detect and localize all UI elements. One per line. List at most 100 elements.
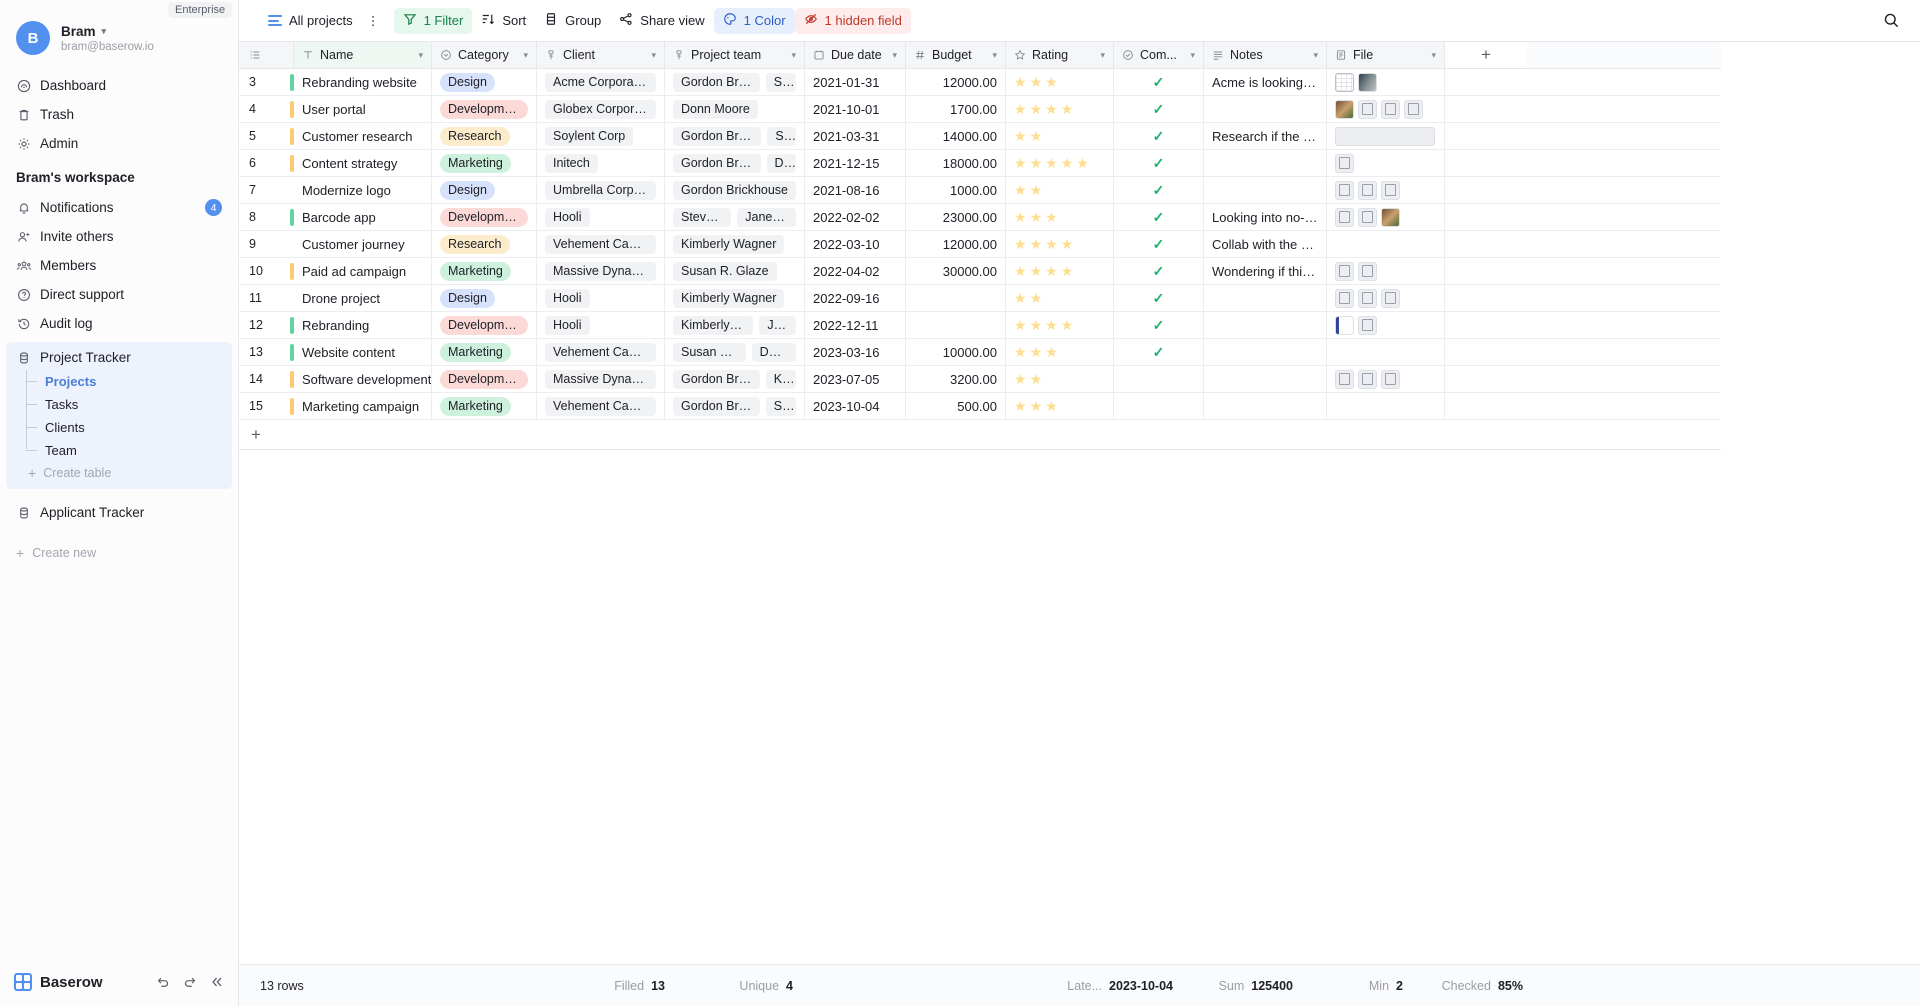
chevron-down-icon[interactable]: ▾ xyxy=(1100,50,1105,61)
cell-completed[interactable] xyxy=(1114,366,1204,392)
cell-file[interactable] xyxy=(1327,393,1445,419)
row-number[interactable]: 3 xyxy=(239,69,294,95)
cell-completed[interactable]: ✓ xyxy=(1114,204,1204,230)
cell-rating[interactable]: ★ ★ xyxy=(1006,285,1114,311)
file-thumbnail[interactable] xyxy=(1358,99,1377,119)
row-number[interactable]: 15 xyxy=(239,393,294,419)
row-number[interactable]: 7 xyxy=(239,177,294,203)
cell-rating[interactable]: ★ ★ xyxy=(1006,366,1114,392)
sort-button[interactable]: Sort xyxy=(472,8,535,34)
column-header-name[interactable]: Name ▾ xyxy=(294,42,432,68)
cell-name[interactable]: Drone project xyxy=(294,285,432,311)
cell-budget[interactable]: 1000.00 xyxy=(906,177,1006,203)
rating-stars[interactable]: ★ ★ ★ xyxy=(1014,345,1058,359)
cell-budget[interactable]: 14000.00 xyxy=(906,123,1006,149)
cell-completed[interactable]: ✓ xyxy=(1114,150,1204,176)
file-thumbnail[interactable] xyxy=(1335,369,1354,389)
add-field-button[interactable]: + xyxy=(1445,42,1527,68)
table-row[interactable]: 14 Software development Development Massive… xyxy=(239,366,1721,393)
rating-stars[interactable]: ★ ★ xyxy=(1014,372,1042,386)
cell-client[interactable]: Soylent Corp xyxy=(537,123,665,149)
chevron-down-icon[interactable]: ▾ xyxy=(523,50,528,61)
file-thumbnail[interactable] xyxy=(1335,126,1435,146)
cell-budget[interactable]: 30000.00 xyxy=(906,258,1006,284)
cell-name[interactable]: Rebranding xyxy=(294,312,432,338)
cell-notes[interactable]: Wondering if this is ... xyxy=(1204,258,1327,284)
rating-stars[interactable]: ★ ★ ★ ★ ★ xyxy=(1014,156,1089,170)
table-row[interactable]: 8Barcode app Development Hooli Steve GrayJa… xyxy=(239,204,1721,231)
column-header-rating[interactable]: Rating ▾ xyxy=(1006,42,1114,68)
cell-client[interactable]: Massive Dynamic xyxy=(537,366,665,392)
cell-completed[interactable]: ✓ xyxy=(1114,231,1204,257)
cell-budget[interactable] xyxy=(906,285,1006,311)
grid-viewport[interactable]: Name ▾ Category ▾ Client ▾ Project team … xyxy=(239,42,1920,964)
cell-project-team[interactable]: Gordon BrickhouseDor xyxy=(665,150,805,176)
cell-file[interactable] xyxy=(1327,339,1445,365)
cell-category[interactable]: Research xyxy=(432,123,537,149)
chevron-down-icon[interactable]: ▾ xyxy=(102,26,107,37)
cell-file[interactable] xyxy=(1327,231,1445,257)
file-thumbnail[interactable] xyxy=(1381,369,1400,389)
rating-stars[interactable]: ★ ★ ★ ★ xyxy=(1014,102,1073,116)
cell-name[interactable]: Rebranding website xyxy=(294,69,432,95)
sidebar-table-tasks[interactable]: Tasks xyxy=(26,393,232,416)
column-header-client[interactable]: Client ▾ xyxy=(537,42,665,68)
file-thumbnail[interactable] xyxy=(1381,207,1400,227)
cell-category[interactable]: Marketing xyxy=(432,258,537,284)
redo-icon[interactable] xyxy=(183,975,197,989)
cell-project-team[interactable]: Gordon Brickhouse xyxy=(665,177,805,203)
table-row[interactable]: 13 Website content Marketing Vehement Capit… xyxy=(239,339,1721,366)
cell-category[interactable]: Marketing xyxy=(432,393,537,419)
chevron-down-icon[interactable]: ▾ xyxy=(1313,50,1318,61)
file-thumbnail[interactable] xyxy=(1358,315,1377,335)
cell-due-date[interactable]: 2023-07-05 xyxy=(805,366,906,392)
search-icon[interactable] xyxy=(1883,12,1908,29)
cell-completed[interactable]: ✓ xyxy=(1114,69,1204,95)
cell-client[interactable]: Hooli xyxy=(537,312,665,338)
color-button[interactable]: 1 Color xyxy=(713,7,795,34)
file-thumbnail[interactable] xyxy=(1381,99,1400,119)
cell-name[interactable]: User portal xyxy=(294,96,432,122)
cell-name[interactable]: Website content xyxy=(294,339,432,365)
table-row[interactable]: 12Rebranding Development Hooli Kimberly Wag… xyxy=(239,312,1721,339)
cell-notes[interactable] xyxy=(1204,150,1327,176)
file-thumbnail[interactable] xyxy=(1381,180,1400,200)
cell-completed[interactable]: ✓ xyxy=(1114,258,1204,284)
cell-rating[interactable]: ★ ★ ★ xyxy=(1006,204,1114,230)
cell-completed[interactable]: ✓ xyxy=(1114,285,1204,311)
row-number[interactable]: 12 xyxy=(239,312,294,338)
rating-stars[interactable]: ★ ★ xyxy=(1014,129,1042,143)
rating-stars[interactable]: ★ ★ ★ ★ xyxy=(1014,264,1073,278)
sidebar-item-trash[interactable]: Trash xyxy=(0,100,238,129)
cell-rating[interactable]: ★ ★ ★ ★ xyxy=(1006,231,1114,257)
cell-project-team[interactable]: Susan R. Glaze xyxy=(665,258,805,284)
cell-completed[interactable]: ✓ xyxy=(1114,96,1204,122)
table-row[interactable]: 15 Marketing campaign Marketing Vehement Ca… xyxy=(239,393,1721,420)
filter-button[interactable]: 1 Filter xyxy=(393,7,473,34)
column-header-budget[interactable]: Budget ▾ xyxy=(906,42,1006,68)
cell-due-date[interactable]: 2023-03-16 xyxy=(805,339,906,365)
cell-due-date[interactable]: 2022-02-02 xyxy=(805,204,906,230)
cell-project-team[interactable]: Gordon BrickhouseSte xyxy=(665,123,805,149)
rating-stars[interactable]: ★ ★ ★ xyxy=(1014,75,1058,89)
row-number[interactable]: 4 xyxy=(239,96,294,122)
cell-notes[interactable] xyxy=(1204,96,1327,122)
column-header-project-team[interactable]: Project team ▾ xyxy=(665,42,805,68)
column-header-notes[interactable]: Notes ▾ xyxy=(1204,42,1327,68)
cell-notes[interactable] xyxy=(1204,312,1327,338)
add-row-button[interactable]: + xyxy=(239,420,1721,450)
cell-category[interactable]: Design xyxy=(432,177,537,203)
rating-stars[interactable]: ★ ★ xyxy=(1014,291,1042,305)
sidebar-table-projects[interactable]: Projects xyxy=(26,370,232,393)
footer-stat-sum[interactable]: Sum 125400 xyxy=(1185,965,1305,1006)
table-row[interactable]: 7Modernize logo Design Umbrella Corporatio… xyxy=(239,177,1721,204)
cell-completed[interactable]: ✓ xyxy=(1114,312,1204,338)
cell-due-date[interactable]: 2021-10-01 xyxy=(805,96,906,122)
sidebar-table-clients[interactable]: Clients xyxy=(26,416,232,439)
row-number[interactable]: 9 xyxy=(239,231,294,257)
footer-stat-min[interactable]: Min 2 xyxy=(1305,965,1415,1006)
column-header-completed[interactable]: Com... ▾ xyxy=(1114,42,1204,68)
cell-client[interactable]: Hooli xyxy=(537,285,665,311)
file-thumbnail[interactable] xyxy=(1381,288,1400,308)
sidebar-item-direct-support[interactable]: Direct support xyxy=(0,280,238,309)
